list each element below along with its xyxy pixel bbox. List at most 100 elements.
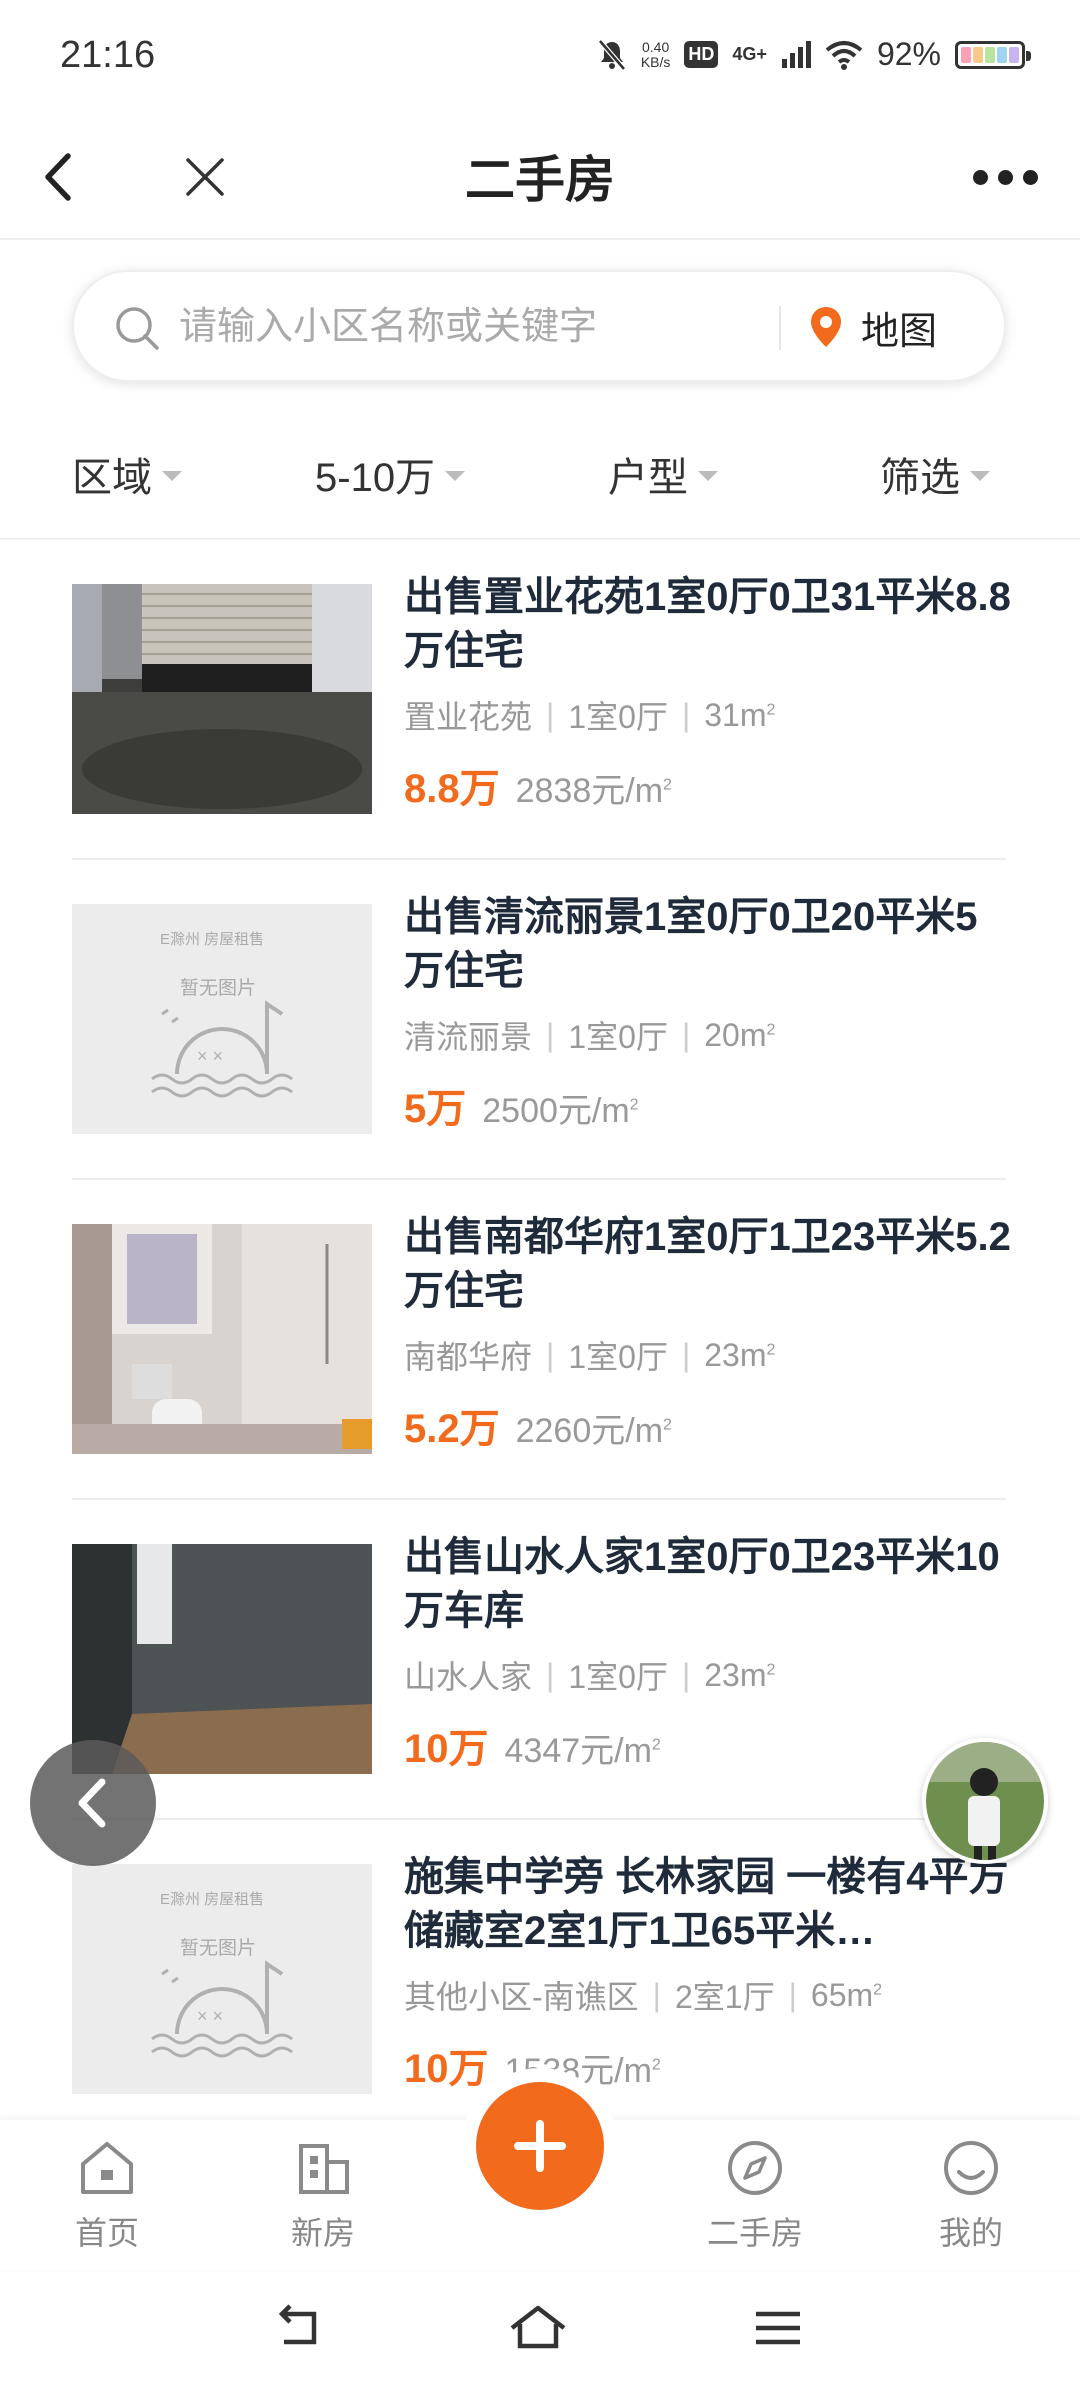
filter-price[interactable]: 5-10万 bbox=[315, 445, 466, 503]
top-nav-bar: 二手房 bbox=[0, 120, 1080, 240]
no-image-placeholder: E滁州 房屋租售 暂无图片 × × bbox=[72, 1864, 372, 2094]
page-title: 二手房 bbox=[465, 152, 615, 208]
listing-price: 10万 4347元/m2 bbox=[404, 1716, 1014, 1774]
bottom-tab-bar: 首页 新房 二手房 我的 bbox=[0, 2082, 1080, 2270]
mute-bell-icon bbox=[597, 38, 626, 71]
filter-label: 5-10万 bbox=[315, 456, 436, 500]
net-speed-unit: KB/s bbox=[640, 53, 671, 70]
smile-icon bbox=[944, 2141, 998, 2195]
listing-community: 其他小区-南谯区 bbox=[404, 1979, 639, 2015]
filter-label: 筛选 bbox=[880, 456, 960, 500]
status-bar: 21:16 0.40 KB/s HD 4G+ 92% bbox=[0, 0, 1080, 120]
listing-layout: 2室1厅 bbox=[674, 1979, 775, 2015]
system-back-button[interactable] bbox=[270, 2298, 330, 2358]
caret-down-icon bbox=[970, 471, 990, 481]
menu-icon bbox=[756, 2311, 800, 2345]
filter-more[interactable]: 筛选 bbox=[880, 445, 990, 503]
listing-area: 31m2 bbox=[704, 696, 776, 733]
listing-unit-price: 2838元/m2 bbox=[515, 772, 672, 810]
listing-meta: 南都华府 | 1室0厅 | 23m2 bbox=[404, 1332, 1014, 1378]
more-dot-icon bbox=[997, 169, 1013, 185]
filter-bar: 区域 5-10万 户型 筛选 bbox=[0, 420, 1080, 540]
listing-price: 10万 1538元/m2 bbox=[404, 2036, 1014, 2094]
compass-icon bbox=[728, 2141, 782, 2195]
map-button[interactable]: 地图 bbox=[809, 294, 937, 360]
chevron-left-icon bbox=[78, 1778, 106, 1828]
wifi-icon bbox=[825, 40, 863, 70]
filter-layout[interactable]: 户型 bbox=[608, 445, 718, 503]
listing-area: 20m2 bbox=[704, 1016, 776, 1053]
listing-meta: 其他小区-南谯区 | 2室1厅 | 65m2 bbox=[404, 1972, 1014, 2018]
tab-label: 首页 bbox=[74, 2215, 139, 2251]
tab-label: 二手房 bbox=[706, 2215, 803, 2251]
listing-total-price: 10万 bbox=[404, 1727, 489, 1771]
listing-price: 8.8万 2838元/m2 bbox=[404, 756, 1014, 814]
no-image-text: 暂无图片 bbox=[180, 1937, 256, 1959]
listing-community: 南都华府 bbox=[404, 1339, 533, 1375]
more-dot-icon bbox=[1022, 169, 1038, 185]
caret-down-icon bbox=[698, 471, 718, 481]
system-menu-button[interactable] bbox=[748, 2298, 808, 2358]
battery-icon bbox=[955, 40, 1031, 69]
listing-item[interactable]: E滁州 房屋租售 暂无图片 × × 出售清流丽景1室0厅0卫20平米5万住宅 清… bbox=[72, 860, 1006, 1180]
listing-price: 5万 2500元/m2 bbox=[404, 1076, 1014, 1134]
listing-community: 清流丽景 bbox=[404, 1019, 533, 1055]
caret-down-icon bbox=[162, 471, 182, 481]
listing-layout: 1室0厅 bbox=[568, 1659, 668, 1695]
listing-item[interactable]: 出售山水人家1室0厅0卫23平米10万车库 山水人家 | 1室0厅 | 23m2 1… bbox=[72, 1500, 1006, 1820]
brand-watermark: E滁州 房屋租售 bbox=[160, 1891, 264, 1908]
listing-total-price: 10万 bbox=[404, 2047, 489, 2091]
map-pin-icon bbox=[811, 307, 841, 347]
status-icons: 0.40 KB/s HD 4G+ 92% bbox=[597, 36, 1031, 73]
listing-unit-price: 2260元/m2 bbox=[515, 1412, 672, 1450]
listing-meta: 山水人家 | 1室0厅 | 23m2 bbox=[404, 1652, 1014, 1698]
search-input[interactable] bbox=[179, 294, 759, 360]
add-button[interactable] bbox=[476, 2082, 604, 2210]
listing-meta: 置业花苑 | 1室0厅 | 31m2 bbox=[404, 692, 1014, 738]
search-bar: 地图 bbox=[72, 270, 1006, 382]
tab-new-homes[interactable]: 新房 bbox=[248, 2136, 398, 2254]
return-icon bbox=[278, 2304, 317, 2345]
building-icon bbox=[299, 2144, 349, 2194]
listing-community: 置业花苑 bbox=[404, 699, 533, 735]
listing-unit-price: 2500元/m2 bbox=[482, 1092, 639, 1130]
listing-total-price: 5.2万 bbox=[404, 1407, 500, 1451]
listing-unit-price: 4347元/m2 bbox=[504, 1732, 661, 1770]
tab-home[interactable]: 首页 bbox=[32, 2136, 182, 2254]
listing-photo bbox=[72, 584, 372, 814]
filter-label: 户型 bbox=[608, 456, 688, 500]
listing-total-price: 5万 bbox=[404, 1087, 467, 1131]
tab-profile[interactable]: 我的 bbox=[896, 2136, 1046, 2254]
listing-area: 23m2 bbox=[704, 1336, 776, 1373]
more-menu-button[interactable] bbox=[960, 142, 1050, 212]
listing-title: 出售置业花苑1室0厅0卫31平米8.8万住宅 bbox=[404, 575, 1011, 673]
more-dot-icon bbox=[972, 169, 988, 185]
home-icon bbox=[81, 2142, 133, 2194]
system-home-button[interactable] bbox=[508, 2298, 568, 2358]
tab-label: 我的 bbox=[938, 2215, 1003, 2251]
tab-second-hand[interactable]: 二手房 bbox=[680, 2136, 830, 2254]
floating-avatar[interactable] bbox=[922, 1738, 1048, 1864]
listing-meta: 清流丽景 | 1室0厅 | 20m2 bbox=[404, 1012, 1014, 1058]
listing-total-price: 8.8万 bbox=[404, 767, 500, 811]
home-outline-icon bbox=[510, 2305, 566, 2349]
signal-icon bbox=[781, 40, 811, 68]
listing-item[interactable]: 出售南都华府1室0厅1卫23平米5.2万住宅 南都华府 | 1室0厅 | 23m2 … bbox=[72, 1180, 1011, 1500]
listing-info: 出售置业花苑1室0厅0卫31平米8.8万住宅 置业花苑 | 1室0厅 | 31m2 … bbox=[404, 570, 1014, 814]
filter-region[interactable]: 区域 bbox=[72, 445, 182, 503]
listing-area: 23m2 bbox=[704, 1656, 776, 1693]
listing-community: 山水人家 bbox=[404, 1659, 533, 1695]
no-image-placeholder: E滁州 房屋租售 暂无图片 × × bbox=[72, 904, 372, 1134]
net-speed: 0.40 KB/s bbox=[640, 38, 671, 70]
tab-label: 新房 bbox=[290, 2215, 355, 2251]
listing-price: 5.2万 2260元/m2 bbox=[404, 1396, 1014, 1454]
listing-title: 出售山水人家1室0厅0卫23平米10万车库 bbox=[404, 1535, 1000, 1633]
svg-text:× ×: × × bbox=[197, 2006, 223, 2026]
no-image-text: 暂无图片 bbox=[180, 977, 256, 999]
listing-item[interactable]: 出售置业花苑1室0厅0卫31平米8.8万住宅 置业花苑 | 1室0厅 | 31m2 … bbox=[72, 540, 1011, 860]
status-time: 21:16 bbox=[60, 34, 156, 76]
net-speed-value: 0.40 bbox=[642, 38, 670, 55]
listing-layout: 1室0厅 bbox=[568, 699, 668, 735]
search-divider bbox=[779, 306, 781, 350]
floating-back-button[interactable] bbox=[30, 1740, 156, 1866]
